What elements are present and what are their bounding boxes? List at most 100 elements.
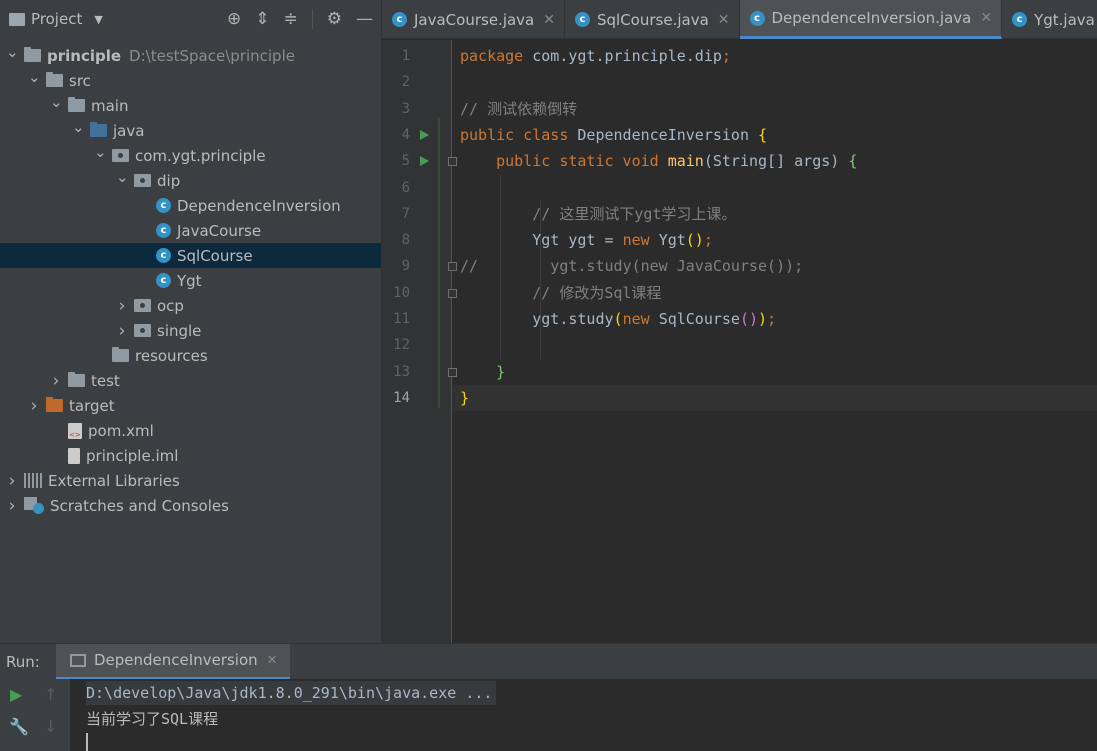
tree-item[interactable]: › target <box>0 393 381 418</box>
expand-all-icon[interactable]: ⇕ <box>255 9 269 29</box>
class-icon: c <box>156 273 171 288</box>
chevron-right-icon[interactable]: › <box>6 496 18 516</box>
console-output[interactable]: D:\develop\Java\jdk1.8.0_291\bin\java.ex… <box>70 679 1097 751</box>
tree-item[interactable]: ›principle.iml <box>0 443 381 468</box>
package-icon <box>134 324 151 337</box>
tree-item[interactable]: ⌄ principle D:\testSpace\principle <box>0 43 381 68</box>
tree-item-label: single <box>157 321 202 340</box>
line-number[interactable]: 1 <box>382 43 410 69</box>
run-gutter-icon[interactable] <box>420 129 429 140</box>
line-number[interactable]: 2 <box>382 69 410 95</box>
tree-item-label: pom.xml <box>88 421 154 440</box>
chevron-down-icon[interactable]: ⌄ <box>72 118 85 136</box>
code-line[interactable]: public class DependenceInversion { <box>460 122 1090 148</box>
code-token: // ygt.study(new JavaCourse()); <box>460 257 804 276</box>
tree-item[interactable]: ›cSqlCourse <box>0 243 381 268</box>
fold-marker-icon[interactable] <box>448 367 457 377</box>
run-gutter-icon[interactable] <box>420 156 429 167</box>
package-icon <box>134 174 151 187</box>
run-tab[interactable]: DependenceInversion ✕ <box>56 643 290 680</box>
chevron-right-icon[interactable]: › <box>50 371 62 391</box>
code-line[interactable]: // 测试依赖倒转 <box>460 96 1090 122</box>
console-command-line[interactable]: D:\develop\Java\jdk1.8.0_291\bin\java.ex… <box>86 681 497 705</box>
chevron-right-icon[interactable]: › <box>28 396 40 416</box>
tree-item[interactable]: › Scratches and Consoles <box>0 493 381 518</box>
vcs-change-marker[interactable] <box>438 118 440 408</box>
chevron-down-icon[interactable]: ⌄ <box>28 68 41 86</box>
code-line[interactable]: // 修改为Sql课程 <box>460 280 1090 306</box>
chevron-right-icon[interactable]: › <box>116 321 128 341</box>
code-line[interactable] <box>460 69 1090 95</box>
tree-item[interactable]: ›cDependenceInversion <box>0 193 381 218</box>
code-line[interactable]: Ygt ygt = new Ygt(); <box>460 227 1090 253</box>
tree-item[interactable]: › External Libraries <box>0 468 381 493</box>
tree-item[interactable]: › single <box>0 318 381 343</box>
fold-marker-icon[interactable] <box>448 262 457 272</box>
line-number[interactable]: 11 <box>382 306 410 332</box>
line-number[interactable]: 10 <box>382 280 410 306</box>
chevron-down-icon[interactable]: ⌄ <box>94 143 107 161</box>
editor-tab[interactable]: c DependenceInversion.java ✕ <box>739 0 1003 39</box>
code-line[interactable]: package com.ygt.principle.dip; <box>460 43 1090 69</box>
wrench-icon[interactable]: 🔧 <box>9 717 29 736</box>
close-icon[interactable]: ✕ <box>267 653 278 668</box>
code-token: main <box>667 152 704 171</box>
tree-item[interactable]: ⌄ com.ygt.principle <box>0 143 381 168</box>
tree-item[interactable]: ›pom.xml <box>0 418 381 443</box>
close-icon[interactable]: ✕ <box>543 12 555 28</box>
line-number[interactable]: 6 <box>382 175 410 201</box>
gear-icon[interactable]: ⚙ <box>327 9 342 29</box>
tree-item[interactable]: ›cJavaCourse <box>0 218 381 243</box>
line-number[interactable]: 8 <box>382 227 410 253</box>
chevron-right-icon[interactable]: › <box>6 471 18 491</box>
rerun-icon[interactable]: ▶ <box>10 685 22 704</box>
folder-icon <box>46 72 63 87</box>
locate-file-icon[interactable]: ⊕ <box>227 9 241 29</box>
close-icon[interactable]: ✕ <box>718 12 730 28</box>
tree-item[interactable]: ›cYgt <box>0 268 381 293</box>
line-number[interactable]: 9 <box>382 253 410 279</box>
project-view-selector[interactable]: Project ▼ <box>9 10 103 28</box>
line-number[interactable]: 3 <box>382 96 410 122</box>
tree-item[interactable]: › test <box>0 368 381 393</box>
code-line[interactable]: } <box>460 359 1090 385</box>
chevron-down-icon[interactable]: ⌄ <box>116 168 129 186</box>
line-number[interactable]: 7 <box>382 201 410 227</box>
tree-item[interactable]: ⌄ main <box>0 93 381 118</box>
editor-tab-label: Ygt.java <box>1034 10 1095 29</box>
code-line[interactable]: // 这里测试下ygt学习上课。 <box>460 201 1090 227</box>
collapse-all-icon[interactable]: ≑ <box>284 9 298 29</box>
line-number[interactable]: 13 <box>382 359 410 385</box>
close-icon[interactable]: ✕ <box>980 10 992 26</box>
tree-item[interactable]: ›resources <box>0 343 381 368</box>
chevron-right-icon[interactable]: › <box>116 296 128 316</box>
hide-panel-icon[interactable]: — <box>356 9 373 29</box>
fold-marker-icon[interactable] <box>448 157 457 167</box>
line-number[interactable]: 4 <box>382 122 410 148</box>
line-number[interactable]: 14 <box>382 385 410 411</box>
chevron-down-icon[interactable]: ⌄ <box>50 93 63 111</box>
chevron-down-icon[interactable]: ⌄ <box>6 43 19 61</box>
editor-tab[interactable]: c SqlCourse.java ✕ <box>565 0 740 39</box>
tree-item-label: dip <box>157 171 181 190</box>
tree-item[interactable]: › ocp <box>0 293 381 318</box>
fold-marker-icon[interactable] <box>448 288 457 298</box>
arrow-up-icon[interactable]: ↑ <box>44 685 57 704</box>
arrow-down-icon[interactable]: ↓ <box>44 717 57 736</box>
code-line[interactable] <box>460 332 1090 358</box>
tree-item[interactable]: ⌄ java <box>0 118 381 143</box>
code-line[interactable]: ygt.study(new SqlCourse()); <box>460 306 1090 332</box>
code-line[interactable]: public static void main(String[] args) { <box>460 148 1090 174</box>
editor-tab[interactable]: c JavaCourse.java ✕ <box>382 0 565 39</box>
line-number[interactable]: 12 <box>382 332 410 358</box>
tree-item[interactable]: ⌄ dip <box>0 168 381 193</box>
code-line[interactable]: } <box>453 384 1097 411</box>
excluded-folder-icon <box>46 397 63 412</box>
line-number[interactable]: 5 <box>382 148 410 174</box>
code-editor[interactable]: 1 2 3 4 5 6 7 8 9 10 11 12 13 14 package com.ygt.prin… <box>382 40 1097 643</box>
tree-item[interactable]: ⌄ src <box>0 68 381 93</box>
code-line[interactable]: // ygt.study(new JavaCourse()); <box>460 253 1090 279</box>
editor-tab[interactable]: cYgt.java✕ <box>1002 0 1097 39</box>
code-line[interactable] <box>460 175 1090 201</box>
editor-gutter[interactable]: 1 2 3 4 5 6 7 8 9 10 11 12 13 14 <box>382 40 457 643</box>
